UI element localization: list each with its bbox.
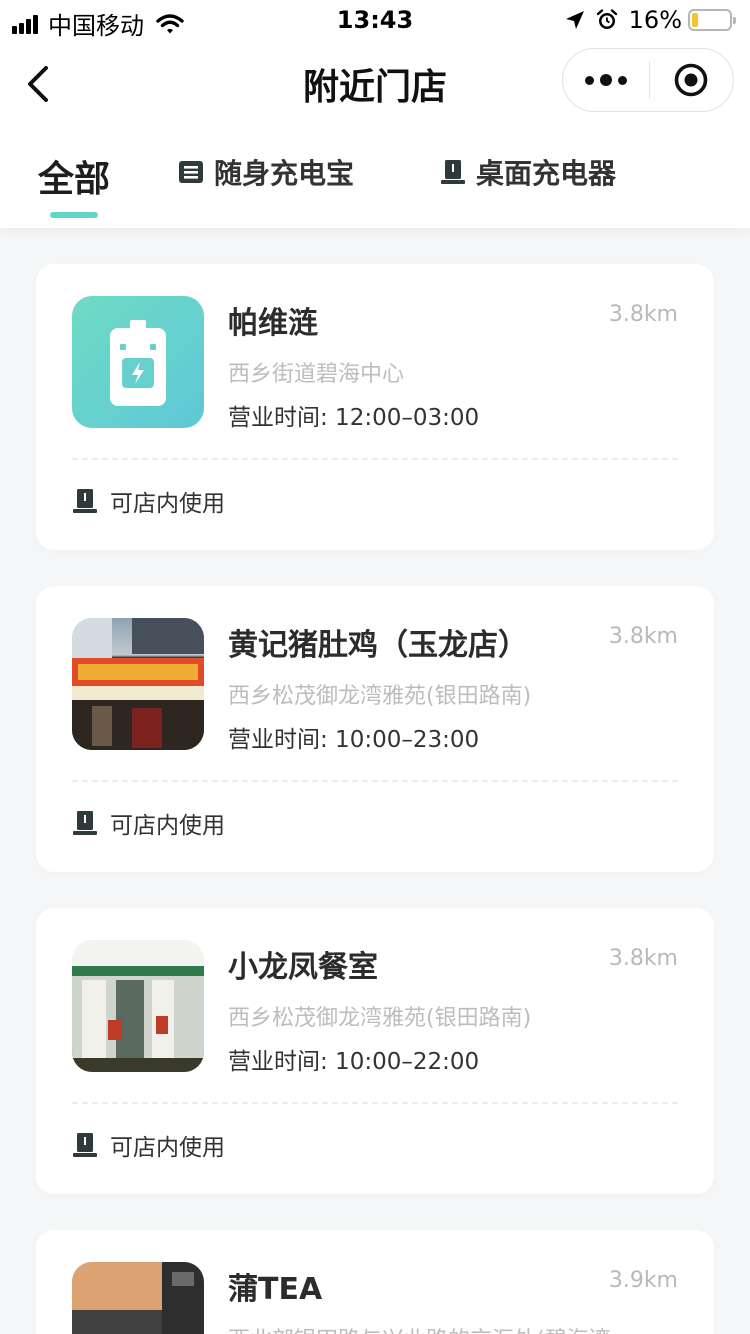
target-circle-icon[interactable] bbox=[650, 49, 734, 111]
usage-tag: 可店内使用 bbox=[72, 484, 225, 518]
tab-power-bank-label: 随身充电宝 bbox=[214, 157, 355, 190]
store-name: 小龙凤餐室 bbox=[228, 950, 378, 985]
store-hours: 营业时间: 10:00–23:00 bbox=[228, 727, 480, 753]
status-right: 16% bbox=[555, 6, 736, 34]
usage-tag: 可店内使用 bbox=[72, 806, 225, 840]
usage-tag: 可店内使用 bbox=[72, 1128, 225, 1162]
tab-all-label: 全部 bbox=[38, 159, 111, 200]
desktop-charger-icon bbox=[73, 489, 97, 513]
store-hours: 营业时间: 12:00–03:00 bbox=[228, 405, 480, 431]
divider bbox=[72, 780, 678, 782]
battery-percent: 16% bbox=[628, 6, 682, 34]
location-arrow-icon bbox=[565, 11, 584, 29]
desktop-charger-icon bbox=[73, 811, 97, 835]
store-card[interactable]: 帕维涟 3.8km 西乡街道碧海中心 营业时间: 12:00–03:00 可店内… bbox=[36, 264, 714, 550]
tab-desktop-charger-label: 桌面充电器 bbox=[476, 157, 617, 190]
store-address: 西乡松茂御龙湾雅苑(银田路南) bbox=[228, 684, 532, 709]
store-thumbnail bbox=[72, 296, 204, 428]
more-dots-icon[interactable] bbox=[563, 49, 649, 111]
status-bar: 中国移动 13:43 16% bbox=[0, 0, 750, 40]
desktop-charger-icon bbox=[441, 160, 465, 184]
store-distance: 3.8km bbox=[608, 624, 678, 649]
store-photo bbox=[72, 1262, 204, 1334]
usage-label: 可店内使用 bbox=[110, 491, 225, 517]
power-bank-icon bbox=[179, 161, 203, 183]
mini-program-capsule bbox=[562, 48, 734, 112]
store-photo bbox=[72, 618, 204, 750]
alarm-icon bbox=[596, 9, 617, 29]
battery-icon bbox=[688, 9, 736, 31]
store-address: 西乡松茂御龙湾雅苑(银田路南) bbox=[228, 1006, 532, 1031]
active-tab-indicator bbox=[50, 212, 98, 218]
store-card[interactable]: 黄记猪肚鸡（玉龙店） 3.8km 西乡松茂御龙湾雅苑(银田路南) 营业时间: 1… bbox=[36, 586, 714, 872]
store-distance: 3.8km bbox=[608, 946, 678, 971]
desktop-charger-icon bbox=[73, 1133, 97, 1157]
battery-logo-icon bbox=[110, 320, 166, 406]
filter-tabs: 全部 随身充电宝 桌面充电器 bbox=[0, 128, 750, 228]
store-photo bbox=[72, 940, 204, 1072]
store-distance: 3.9km bbox=[608, 1268, 678, 1293]
usage-label: 可店内使用 bbox=[110, 1135, 225, 1161]
nav-bar: 附近门店 bbox=[0, 40, 750, 128]
store-hours: 营业时间: 10:00–22:00 bbox=[228, 1049, 480, 1075]
tab-desktop-charger[interactable]: 桌面充电器 bbox=[440, 152, 616, 192]
store-address: 西北部银田路与兴业路的交汇处(碧海湾 bbox=[228, 1322, 611, 1334]
store-card[interactable]: 蒲TEA 3.9km 西北部银田路与兴业路的交汇处(碧海湾 bbox=[36, 1230, 714, 1334]
usage-label: 可店内使用 bbox=[110, 813, 225, 839]
tab-power-bank[interactable]: 随身充电宝 bbox=[178, 152, 354, 192]
store-card[interactable]: 小龙凤餐室 3.8km 西乡松茂御龙湾雅苑(银田路南) 营业时间: 10:00–… bbox=[36, 908, 714, 1194]
store-name: 帕维涟 bbox=[228, 306, 318, 341]
store-address: 西乡街道碧海中心 bbox=[228, 362, 405, 387]
store-name: 蒲TEA bbox=[228, 1272, 323, 1307]
store-name: 黄记猪肚鸡（玉龙店） bbox=[228, 628, 528, 663]
divider bbox=[72, 1102, 678, 1104]
divider bbox=[72, 458, 678, 460]
store-distance: 3.8km bbox=[608, 302, 678, 327]
tab-all[interactable]: 全部 bbox=[38, 150, 110, 202]
